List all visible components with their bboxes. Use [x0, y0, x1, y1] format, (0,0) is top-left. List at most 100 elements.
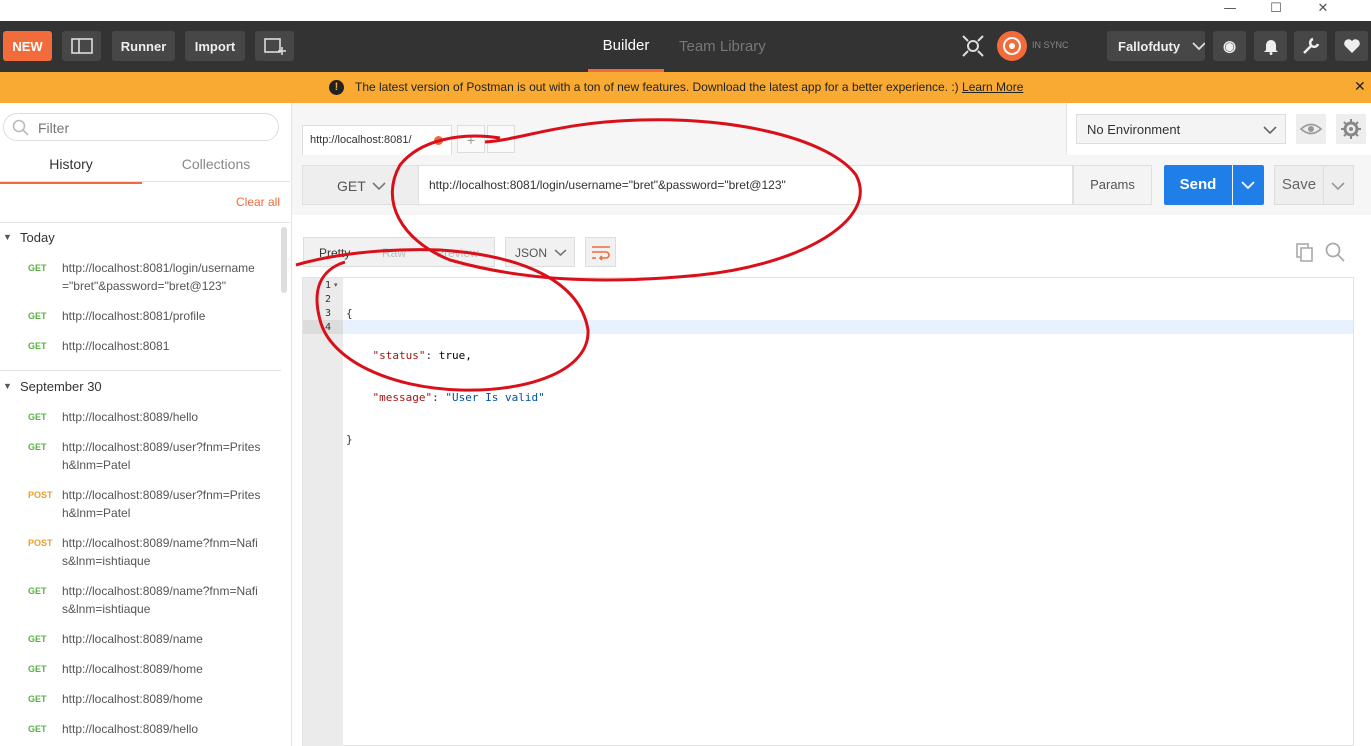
- code-line-4: }: [346, 433, 353, 446]
- params-button[interactable]: Params: [1073, 165, 1152, 205]
- banner-close-icon[interactable]: ✕: [1354, 79, 1366, 95]
- tab-builder[interactable]: Builder: [588, 21, 664, 72]
- new-window-button[interactable]: [255, 31, 294, 61]
- method-badge: GET: [28, 442, 47, 452]
- method-badge: GET: [28, 341, 47, 351]
- history-url: http://localhost:8089/home: [62, 692, 203, 706]
- divider: [0, 370, 281, 371]
- copy-icon: [1296, 243, 1313, 262]
- more-tabs-button[interactable]: •••: [487, 125, 515, 153]
- eye-icon: [1299, 123, 1323, 135]
- window-titlebar: — ☐ ✕: [0, 0, 1371, 21]
- tab-team-library[interactable]: Team Library: [679, 21, 766, 72]
- interceptor-icon[interactable]: [958, 31, 988, 61]
- learn-more-link[interactable]: Learn More: [962, 80, 1023, 94]
- history-url: http://localhost:8081: [62, 339, 170, 353]
- heart-button[interactable]: [1335, 31, 1368, 61]
- line-number: 4: [324, 322, 331, 333]
- history-url: http://localhost:8089/user?fnm=Pritesh&l…: [62, 440, 261, 472]
- environment-quicklook-button[interactable]: [1296, 114, 1326, 144]
- divider: [0, 222, 290, 223]
- search-response-button[interactable]: [1324, 241, 1346, 263]
- view-pretty-tab[interactable]: Pretty: [319, 246, 350, 260]
- window-close-button[interactable]: ✕: [1300, 0, 1346, 21]
- chevron-down-icon: [1241, 181, 1255, 190]
- globe-icon: ◉: [1222, 38, 1237, 55]
- maximize-button[interactable]: ☐: [1253, 0, 1299, 21]
- history-url: http://localhost:8089/hello: [62, 410, 199, 424]
- method-badge: GET: [28, 263, 47, 273]
- method-label: GET: [337, 178, 366, 194]
- sidebar-scrollbar[interactable]: [281, 227, 287, 293]
- clear-all-link[interactable]: Clear all: [236, 195, 280, 209]
- format-dropdown[interactable]: JSON: [505, 237, 575, 267]
- copy-button[interactable]: [1294, 241, 1316, 263]
- method-badge: GET: [28, 694, 47, 704]
- wrap-lines-button[interactable]: [585, 237, 616, 267]
- chevron-down-icon: [554, 249, 567, 257]
- method-badge: GET: [28, 634, 47, 644]
- response-body: { "status": true, "message": "User Is va…: [346, 279, 545, 461]
- new-window-icon: [263, 38, 286, 55]
- search-icon: [12, 119, 29, 136]
- line-numbers: 1 2 3 4: [321, 279, 331, 335]
- sidebar: History Collections Clear all ▼ Today GE…: [0, 103, 292, 746]
- sync-icon[interactable]: [997, 31, 1027, 61]
- send-button[interactable]: Send: [1164, 165, 1232, 205]
- gear-icon: [1341, 119, 1361, 139]
- url-input[interactable]: [419, 165, 1073, 205]
- toggle-sidebar-button[interactable]: [62, 31, 101, 61]
- send-options-button[interactable]: [1233, 165, 1264, 205]
- line-gutter: [303, 278, 343, 746]
- view-raw-tab[interactable]: Raw: [382, 246, 406, 260]
- app-header: NEW Runner Import Builder Team Library I…: [0, 21, 1371, 72]
- search-icon: [1325, 242, 1345, 262]
- bell-icon: [1263, 40, 1278, 55]
- method-dropdown[interactable]: GET: [302, 165, 419, 205]
- add-tab-button[interactable]: +: [457, 125, 485, 153]
- notifications-button[interactable]: [1254, 31, 1287, 61]
- view-preview-tab[interactable]: Preview: [436, 246, 479, 260]
- request-tab[interactable]: http://localhost:8081/: [302, 125, 452, 155]
- line-number: 2: [324, 294, 331, 305]
- import-button[interactable]: Import: [185, 31, 245, 61]
- history-url: http://localhost:8089/name: [62, 632, 203, 646]
- view-mode-tabs: Pretty Raw Preview: [303, 237, 495, 267]
- chevron-down-icon: [1192, 42, 1205, 51]
- environment-label: No Environment: [1087, 122, 1181, 137]
- method-badge: POST: [28, 490, 53, 500]
- settings-button[interactable]: [1294, 31, 1327, 61]
- new-button[interactable]: NEW: [3, 31, 52, 61]
- wrap-icon: [592, 246, 610, 261]
- environment-dropdown[interactable]: No Environment: [1076, 114, 1286, 144]
- filter-box[interactable]: [3, 113, 279, 141]
- method-badge: POST: [28, 538, 53, 548]
- line-number: 1: [324, 280, 331, 291]
- save-options-button[interactable]: [1324, 165, 1354, 205]
- banner-text: The latest version of Postman is out wit…: [355, 80, 1023, 94]
- save-button[interactable]: Save: [1274, 165, 1324, 205]
- filter-input[interactable]: [36, 117, 270, 139]
- json-value-message: "User Is valid": [445, 391, 545, 404]
- user-dropdown[interactable]: Fallofduty: [1107, 31, 1205, 61]
- chevron-down-icon: [1263, 126, 1277, 135]
- code-line-2: "status": true,: [372, 349, 472, 362]
- json-key-message: "message": [372, 391, 433, 404]
- fold-caret-icon[interactable]: ▾: [334, 281, 338, 289]
- json-key-status: "status": [372, 349, 426, 362]
- method-badge: GET: [28, 586, 47, 596]
- environment-settings-button[interactable]: [1336, 114, 1366, 144]
- tab-collections[interactable]: Collections: [142, 151, 290, 181]
- caret-down-icon: ▼: [3, 232, 12, 242]
- runner-button[interactable]: Runner: [112, 31, 175, 61]
- globe-button[interactable]: ◉: [1213, 31, 1246, 61]
- code-line-1: {: [346, 307, 353, 320]
- chevron-down-icon: [372, 182, 386, 191]
- sync-status: IN SYNC: [1032, 40, 1069, 50]
- method-badge: GET: [28, 412, 47, 422]
- history-url: http://localhost:8089/user?fnm=Pritesh&l…: [62, 488, 261, 520]
- history-url: http://localhost:8089/name?fnm=Nafis&lnm…: [62, 584, 258, 616]
- minimize-button[interactable]: —: [1207, 0, 1253, 21]
- tab-history[interactable]: History: [0, 151, 142, 184]
- code-line-3: "message": "User Is valid": [372, 391, 545, 404]
